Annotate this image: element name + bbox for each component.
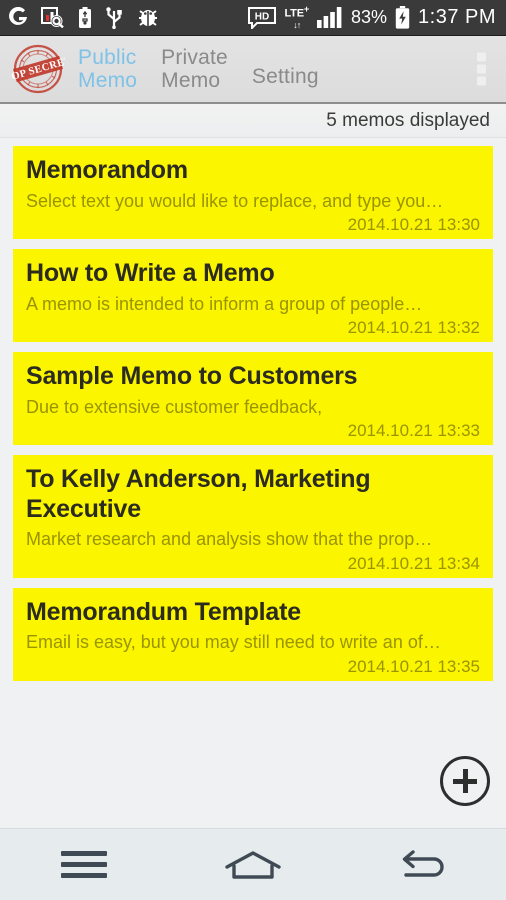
- system-navigation-bar: [0, 828, 506, 900]
- memo-snippet: A memo is intended to inform a group of …: [26, 293, 423, 314]
- home-icon: [225, 850, 281, 879]
- tab-public-memo[interactable]: Public Memo: [66, 46, 149, 92]
- network-data-arrows: ↓↑: [293, 19, 301, 30]
- tab-private-memo[interactable]: Private Memo: [149, 46, 240, 92]
- memo-count-label: 5 memos displayed: [326, 109, 490, 131]
- memo-title: To Kelly Anderson, Marketing Executive: [26, 465, 371, 523]
- memo-date: 2014.10.21 13:35: [347, 656, 480, 676]
- clock-label: 1:37 PM: [418, 6, 496, 28]
- plus-icon-vertical: [462, 769, 468, 793]
- memo-title: How to Write a Memo: [26, 259, 275, 287]
- status-bar-left-icons: [8, 6, 160, 29]
- memo-date: 2014.10.21 13:30: [347, 215, 480, 234]
- back-arrow-icon: [402, 849, 444, 877]
- battery-percent-label: 83%: [350, 7, 388, 27]
- status-bar: HD LTE+ ↓↑ 83% 1:37 PM: [0, 0, 506, 36]
- tab-setting[interactable]: Setting: [240, 50, 331, 89]
- nav-home-button[interactable]: [169, 849, 338, 881]
- network-label: LTE: [284, 7, 304, 20]
- memo-list[interactable]: Memorandom Select text you would like to…: [0, 138, 506, 750]
- memo-list-item[interactable]: How to Write a Memo A memo is intended t…: [13, 249, 493, 342]
- svg-text:HD: HD: [255, 11, 269, 22]
- nav-back-button[interactable]: [337, 849, 506, 881]
- overflow-menu-icon[interactable]: [473, 49, 490, 90]
- nav-menu-button[interactable]: [0, 851, 169, 878]
- tab-bar: Public Memo Private Memo Setting: [66, 46, 494, 92]
- carrier-logo-icon: [9, 7, 27, 25]
- usb-battery-icon: [79, 6, 91, 28]
- status-bar-right-icons: HD LTE+ ↓↑ 83% 1:37 PM: [248, 5, 496, 30]
- memo-date: 2014.10.21 13:34: [347, 553, 480, 573]
- memo-date: 2014.10.21 13:33: [347, 421, 480, 440]
- memo-list-item[interactable]: Memorandum Template Email is easy, but y…: [13, 587, 493, 681]
- memo-list-item[interactable]: Sample Memo to Customers Due to extensiv…: [13, 352, 493, 445]
- signal-strength-icon: [316, 7, 342, 28]
- memo-count-bar: 5 memos displayed: [0, 104, 506, 138]
- menu-icon: [61, 851, 108, 878]
- chart-search-icon: [41, 7, 64, 28]
- hd-icon: HD: [248, 6, 277, 29]
- battery-charging-icon: [395, 6, 410, 29]
- memo-snippet: Email is easy, but you may still need to…: [26, 632, 441, 652]
- memo-title: Memorandum Template: [26, 597, 301, 626]
- memo-snippet: Market research and analysis show that t…: [26, 529, 433, 549]
- fab-container: [0, 750, 506, 828]
- memo-title: Memorandom: [26, 156, 188, 184]
- bug-icon: [139, 10, 157, 26]
- memo-app-screen: HD LTE+ ↓↑ 83% 1:37 PM TOP SECRET Public…: [0, 0, 506, 900]
- network-type-indicator: LTE+ ↓↑: [284, 5, 309, 30]
- memo-snippet: Select text you would like to replace, a…: [26, 190, 444, 211]
- add-memo-button[interactable]: [440, 756, 490, 806]
- memo-list-item[interactable]: To Kelly Anderson, Marketing Executive M…: [13, 455, 493, 578]
- memo-date: 2014.10.21 13:32: [347, 318, 480, 337]
- top-secret-stamp-logo: TOP SECRET: [10, 43, 66, 95]
- app-bar: TOP SECRET Public Memo Private Memo Sett…: [0, 36, 506, 104]
- memo-title: Sample Memo to Customers: [26, 362, 358, 390]
- network-superscript: +: [303, 4, 309, 15]
- memo-snippet: Due to extensive customer feedback,: [26, 396, 323, 417]
- usb-icon: [106, 6, 122, 29]
- memo-list-item[interactable]: Memorandom Select text you would like to…: [13, 146, 493, 239]
